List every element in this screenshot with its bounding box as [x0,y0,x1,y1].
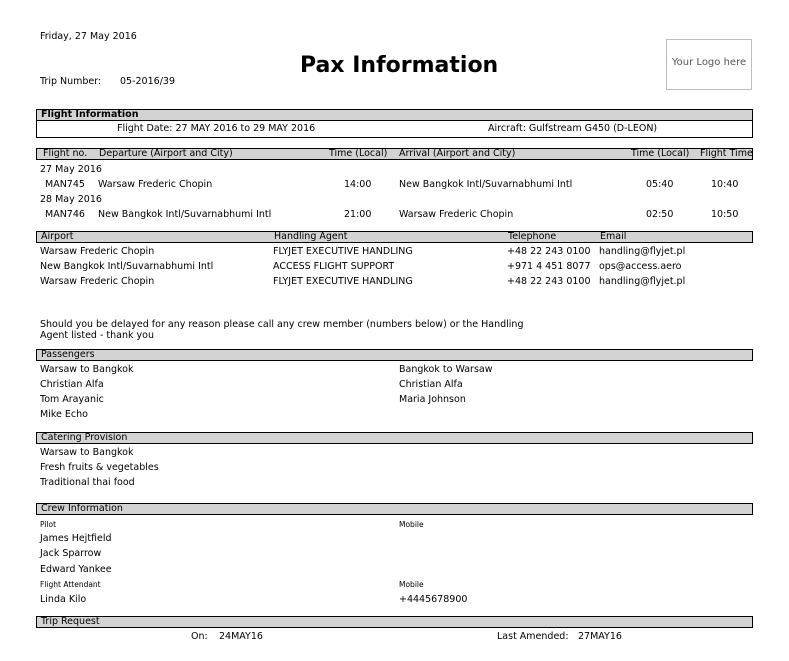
attendant-label: Flight Attendant [40,580,101,589]
flight-group-date: 27 May 2016 [40,164,102,175]
crew-header: Crew Information [36,503,753,515]
handling-airport: New Bangkok Intl/Suvarnabhumi Intl [40,261,214,272]
trip-request-heading: Trip Request [41,616,100,627]
handling-agent: FLYJET EXECUTIVE HANDLING [273,246,413,257]
catering-item: Warsaw to Bangkok [40,447,134,458]
trip-request-on-value: 24MAY16 [219,631,263,642]
col-telephone: Telephone [508,231,557,242]
flight-date: Flight Date: 27 MAY 2016 to 29 MAY 2016 [117,123,316,134]
flight-duration: 10:50 [711,209,739,220]
catering-header: Catering Provision [36,432,753,444]
flight-arr-time: 05:40 [646,179,674,190]
flight-departure: New Bangkok Intl/Suvarnabhumi Intl [98,209,272,220]
trip-number-label: Trip Number: [40,76,102,87]
handling-telephone: +971 4 451 8077 [507,261,591,272]
col-arr-time: Time (Local) [631,148,690,159]
flight-departure: Warsaw Frederic Chopin [98,179,213,190]
pilot-label: Pilot [40,520,57,529]
report-date: Friday, 27 May 2016 [40,31,137,42]
col-handling-agent: Handling Agent [274,231,348,242]
last-amended-value: 27MAY16 [578,631,622,642]
col-dep-time: Time (Local) [329,148,388,159]
catering-heading: Catering Provision [41,432,128,443]
col-arrival: Arrival (Airport and City) [399,148,516,159]
trip-number-value: 05-2016/39 [120,76,175,87]
passenger-leg: Warsaw to Bangkok [40,364,134,375]
attendant-mobile: +4445678900 [399,594,468,605]
delay-notice-line-2: Agent listed - thank you [40,330,154,341]
pilot-name: Edward Yankee [40,564,112,575]
flight-arr-time: 02:50 [646,209,674,220]
pilot-mobile-label: Mobile [399,520,424,529]
flight-number: MAN745 [45,179,85,190]
flight-dep-time: 14:00 [344,179,372,190]
flight-duration: 10:40 [711,179,739,190]
aircraft: Aircraft: Gulfstream G450 (D-LEON) [488,123,658,134]
handling-airport: Warsaw Frederic Chopin [40,276,155,287]
catering-item: Fresh fruits & vegetables [40,462,159,473]
col-departure: Departure (Airport and City) [99,148,233,159]
pilot-name: James Hejtfield [40,533,112,544]
catering-item: Traditional thai food [40,477,135,488]
col-flight-time: Flight Time [700,148,753,159]
flight-dep-time: 21:00 [344,209,372,220]
passenger-leg: Bangkok to Warsaw [399,364,493,375]
page-title: Pax Information [300,53,499,78]
handling-email: ops@access.aero [599,261,682,272]
flight-number: MAN746 [45,209,85,220]
handling-airport: Warsaw Frederic Chopin [40,246,155,257]
pilot-name: Jack Sparrow [40,548,102,559]
crew-heading: Crew Information [41,503,123,514]
handling-telephone: +48 22 243 0100 [507,276,591,287]
attendant-mobile-label: Mobile [399,580,424,589]
handling-agent: FLYJET EXECUTIVE HANDLING [273,276,413,287]
delay-notice-line-1: Should you be delayed for any reason ple… [40,319,524,330]
col-flight-no: Flight no. [43,148,88,159]
passenger-name: Mike Echo [40,409,88,420]
logo-placeholder: Your Logo here [666,39,752,90]
handling-table-header: Airport Handling Agent Telephone Email [36,231,753,243]
flight-group-date: 28 May 2016 [40,194,102,205]
attendant-name: Linda Kilo [40,594,87,605]
flight-information-box: Flight Date: 27 MAY 2016 to 29 MAY 2016 … [36,121,753,138]
passenger-name: Tom Arayanic [40,394,104,405]
handling-email: handling@flyjet.pl [599,246,686,257]
flight-information-header: Flight Information [36,109,753,121]
passengers-heading: Passengers [41,349,95,360]
flight-arrival: New Bangkok Intl/Suvarnabhumi Intl [399,179,573,190]
trip-request-on-label: On: [191,631,208,642]
passenger-name: Christian Alfa [40,379,104,390]
passenger-name: Maria Johnson [399,394,466,405]
handling-email: handling@flyjet.pl [599,276,686,287]
flights-table-header: Flight no. Departure (Airport and City) … [36,148,753,160]
trip-request-header: Trip Request [36,616,753,628]
passengers-header: Passengers [36,349,753,361]
handling-telephone: +48 22 243 0100 [507,246,591,257]
handling-agent: ACCESS FLIGHT SUPPORT [273,261,395,272]
col-airport: Airport [41,231,74,242]
logo-text: Your Logo here [671,57,747,68]
last-amended-label: Last Amended: [497,631,569,642]
flight-information-heading: Flight Information [41,109,139,120]
passenger-name: Christian Alfa [399,379,463,390]
col-email: Email [600,231,627,242]
flight-arrival: Warsaw Frederic Chopin [399,209,514,220]
